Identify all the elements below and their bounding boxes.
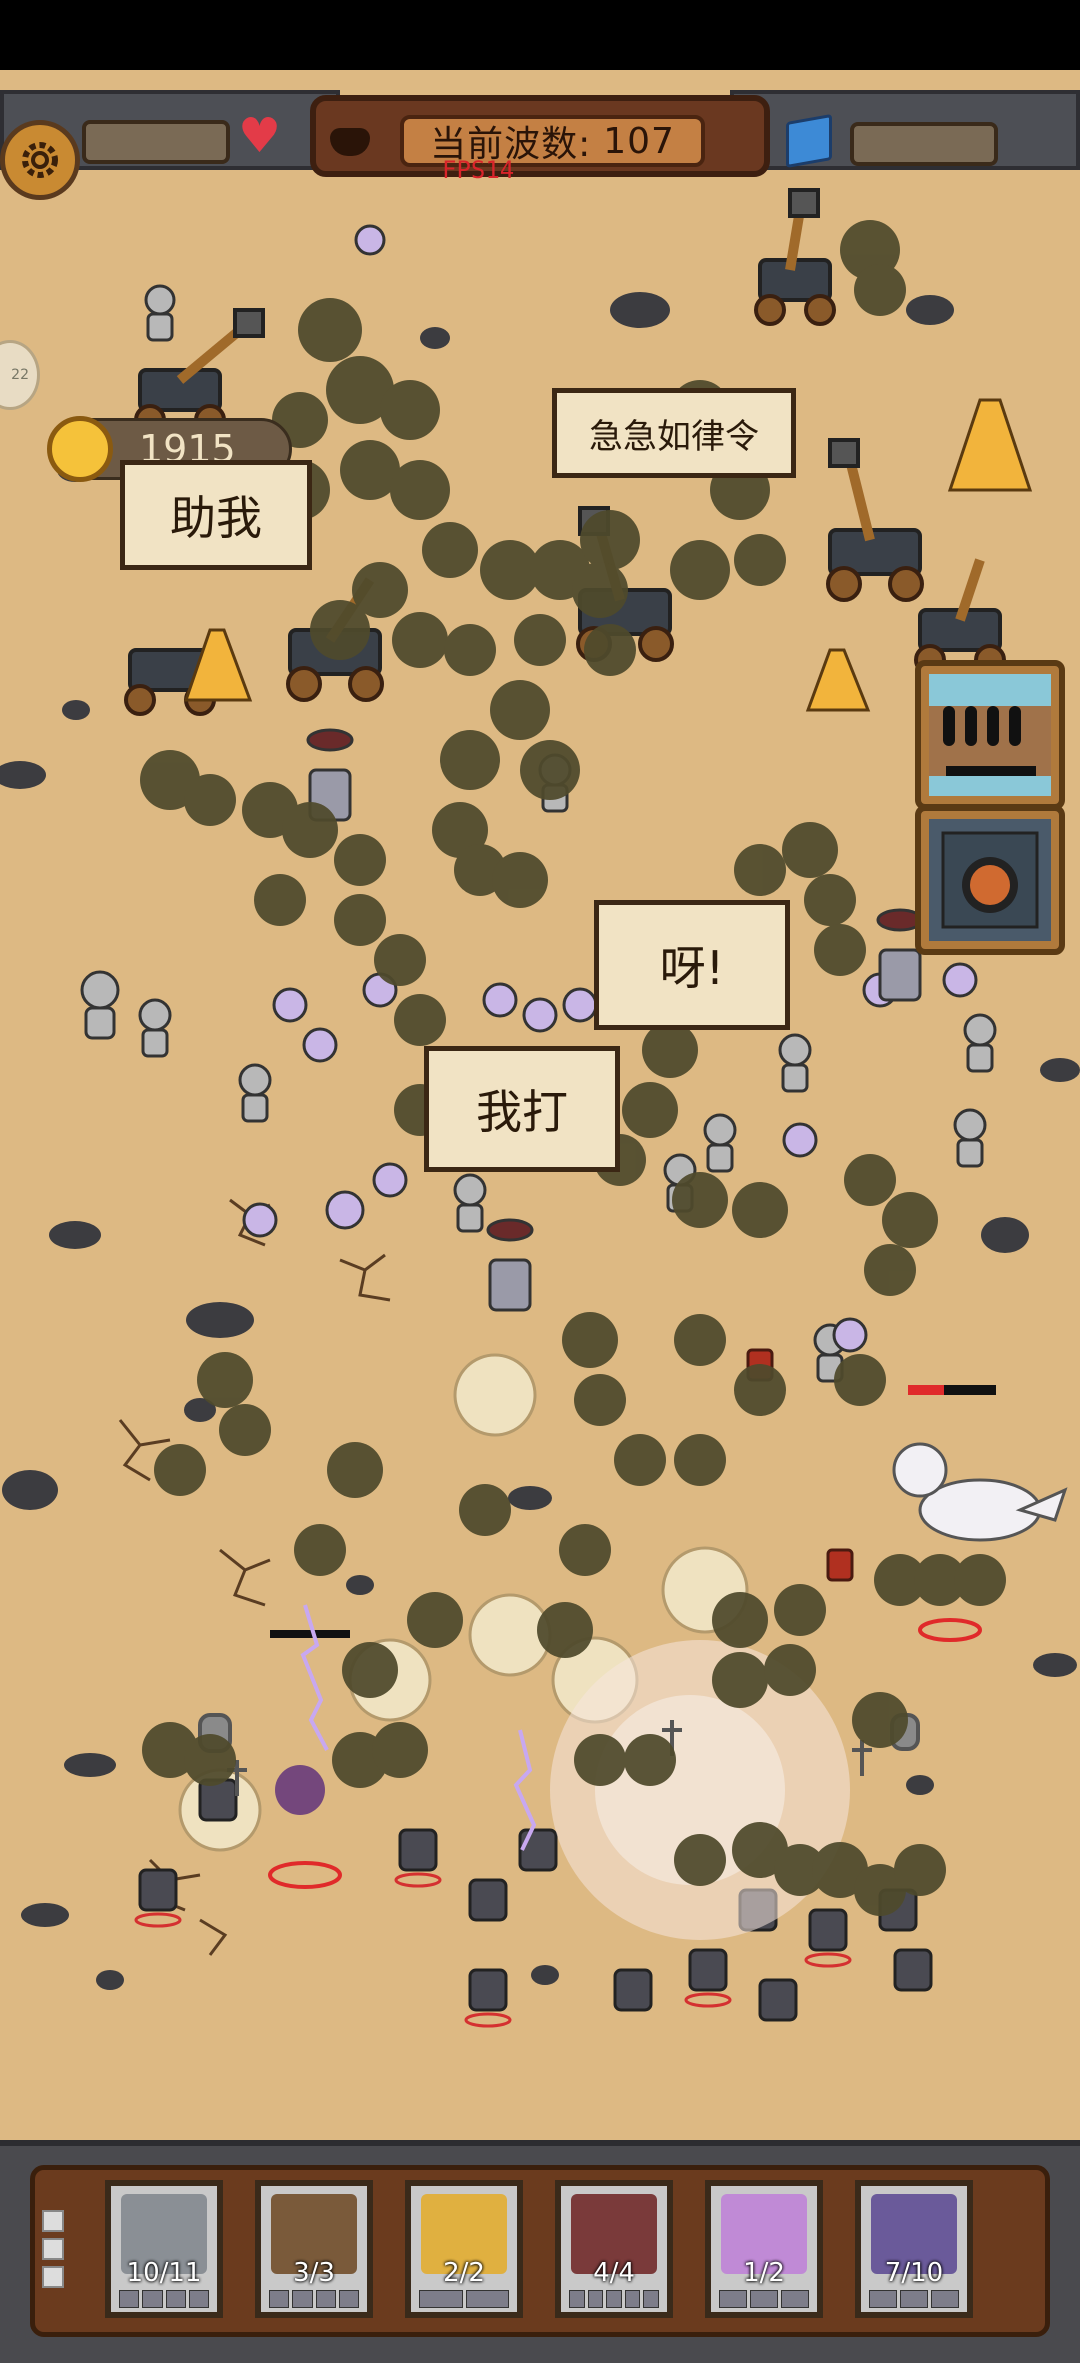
battle-scene xyxy=(0,188,1080,2028)
unit-card-catapult[interactable]: 3/3 xyxy=(255,2180,373,2318)
unit-card-assassin[interactable]: 7/10 xyxy=(855,2180,973,2318)
wave-number: 107 xyxy=(603,120,675,162)
unit-card-hero[interactable]: 1/2 xyxy=(705,2180,823,2318)
skill-button-cannon[interactable] xyxy=(915,805,1065,955)
unit-tags xyxy=(419,2290,509,2308)
speech-sign-ya: 呀! xyxy=(594,900,790,1030)
speech-sign-spell: 急急如律令 xyxy=(552,388,796,478)
unit-tags xyxy=(119,2290,209,2308)
unit-count: 2/2 xyxy=(443,2258,485,2288)
speech-sign-text: 急急如律令 xyxy=(589,416,759,457)
unit-count: 1/2 xyxy=(743,2258,785,2288)
unit-card-monk[interactable]: 2/2 xyxy=(405,2180,523,2318)
unit-tags xyxy=(269,2290,359,2308)
unit-card-gunner[interactable]: 4/4 xyxy=(555,2180,673,2318)
unit-card-infantry[interactable]: 10/11 xyxy=(105,2180,223,2318)
gem-bar xyxy=(850,122,998,166)
unit-count: 10/11 xyxy=(126,2258,202,2288)
filter-icon[interactable] xyxy=(42,2210,64,2232)
coin-icon xyxy=(47,416,113,482)
fps-counter: FPS14 xyxy=(442,156,515,184)
skill-button-volley[interactable] xyxy=(915,660,1065,810)
side-tab-label: 22 xyxy=(11,367,29,383)
battlefield xyxy=(0,70,1080,2363)
filter-icon[interactable] xyxy=(42,2266,64,2288)
unit-tags xyxy=(569,2290,659,2308)
settings-button[interactable] xyxy=(0,120,80,200)
speech-sign-help: 助我 xyxy=(120,460,312,570)
unit-count: 4/4 xyxy=(593,2258,635,2288)
cannon-skill-icon xyxy=(929,819,1051,941)
unit-tags xyxy=(869,2290,959,2308)
volley-skill-icon xyxy=(929,674,1051,796)
unit-tags xyxy=(719,2290,809,2308)
heart-icon: ♥ xyxy=(238,108,282,164)
ground-cracks xyxy=(118,1198,391,1956)
white-beast xyxy=(892,1442,1068,1542)
speech-sign-text: 我打 xyxy=(476,1085,568,1139)
life-bar xyxy=(82,120,230,164)
gem-icon xyxy=(786,113,832,169)
speech-sign-text: 呀! xyxy=(659,941,725,995)
unit-filter-icons xyxy=(42,2210,64,2294)
speech-sign-attack: 我打 xyxy=(424,1046,620,1172)
unit-count: 3/3 xyxy=(293,2258,335,2288)
speech-sign-text: 助我 xyxy=(170,491,262,545)
filter-icon[interactable] xyxy=(42,2238,64,2260)
gear-icon xyxy=(22,142,58,178)
unit-count: 7/10 xyxy=(884,2258,944,2288)
